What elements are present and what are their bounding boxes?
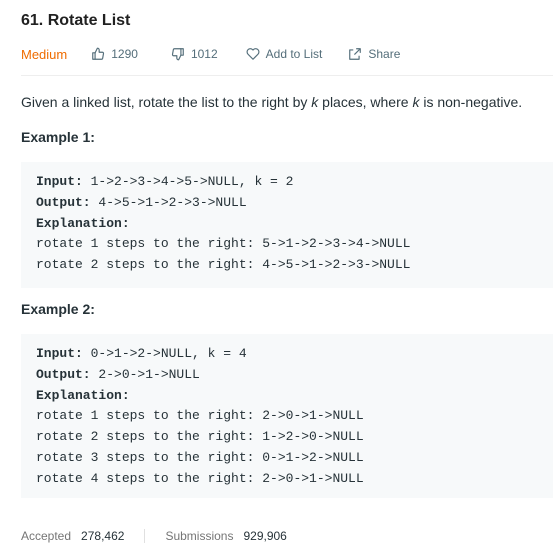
output-value: 4->5->1->2->3->NULL [90,194,247,210]
add-to-list-label: Add to List [265,47,323,61]
dislike-count: 1012 [190,47,218,61]
explanation-line: rotate 1 steps to the right: 2->0->1->NU… [36,408,364,424]
accepted-label: Accepted [21,529,72,543]
meta-divider [21,75,553,76]
heart-icon [246,48,260,60]
output-label: Output: [36,194,91,210]
input-value: 0->1->2->NULL, k = 4 [82,346,247,361]
problem-title: 61. Rotate List [21,12,131,29]
example-1-code-block: Input: 1->2->3->4->5->NULL, k = 2 Output… [21,162,553,288]
input-label: Input: [36,174,83,189]
thumbs-up-icon [92,47,105,60]
like-count: 1290 [111,47,138,61]
example-2-title: Example 2: [21,301,95,317]
output-value: 2->0->1->NULL [90,366,200,382]
output-label: Output: [36,366,91,382]
description-text: is non-negative. [419,94,523,110]
like-button[interactable]: 1290 [91,47,138,61]
submission-stats: Accepted 278,462 Submissions 929,906 [21,526,287,546]
explanation-line: rotate 4 steps to the right: 2->0->1->NU… [36,470,364,486]
thumbs-down-icon [171,48,184,61]
input-label: Input: [36,346,83,361]
explanation-line: rotate 2 steps to the right: 1->2->0->NU… [36,429,364,445]
difficulty-badge: Medium [21,46,68,62]
explanation-label: Explanation: [36,215,130,231]
description-text: places, where [318,94,413,110]
accepted-count: 278,462 [81,529,125,543]
explanation-line: rotate 3 steps to the right: 0->1->2->NU… [36,449,364,465]
add-to-list-button[interactable]: Add to List [246,47,323,61]
problem-description: Given a linked list, rotate the list to … [21,94,522,110]
explanation-line: rotate 2 steps to the right: 4->5->1->2-… [36,257,411,273]
explanation-line: rotate 1 steps to the right: 5->1->2->3-… [36,236,411,252]
submissions-label: Submissions [165,529,234,543]
problem-meta-bar: Medium 1290 1012 Add to List Share [21,44,553,64]
share-icon [349,48,362,60]
description-text: Given a linked list, rotate the list to … [21,94,312,110]
stats-divider [144,529,146,543]
example-1-title: Example 1: [21,129,95,145]
input-value: 1->2->3->4->5->NULL, k = 2 [82,174,294,189]
share-label: Share [368,47,401,61]
explanation-label: Explanation: [36,387,130,403]
submissions-count: 929,906 [243,529,287,543]
example-2-code-block: Input: 0->1->2->NULL, k = 4 Output: 2->0… [21,334,553,498]
share-button[interactable]: Share [348,47,400,61]
dislike-button[interactable]: 1012 [171,47,218,61]
